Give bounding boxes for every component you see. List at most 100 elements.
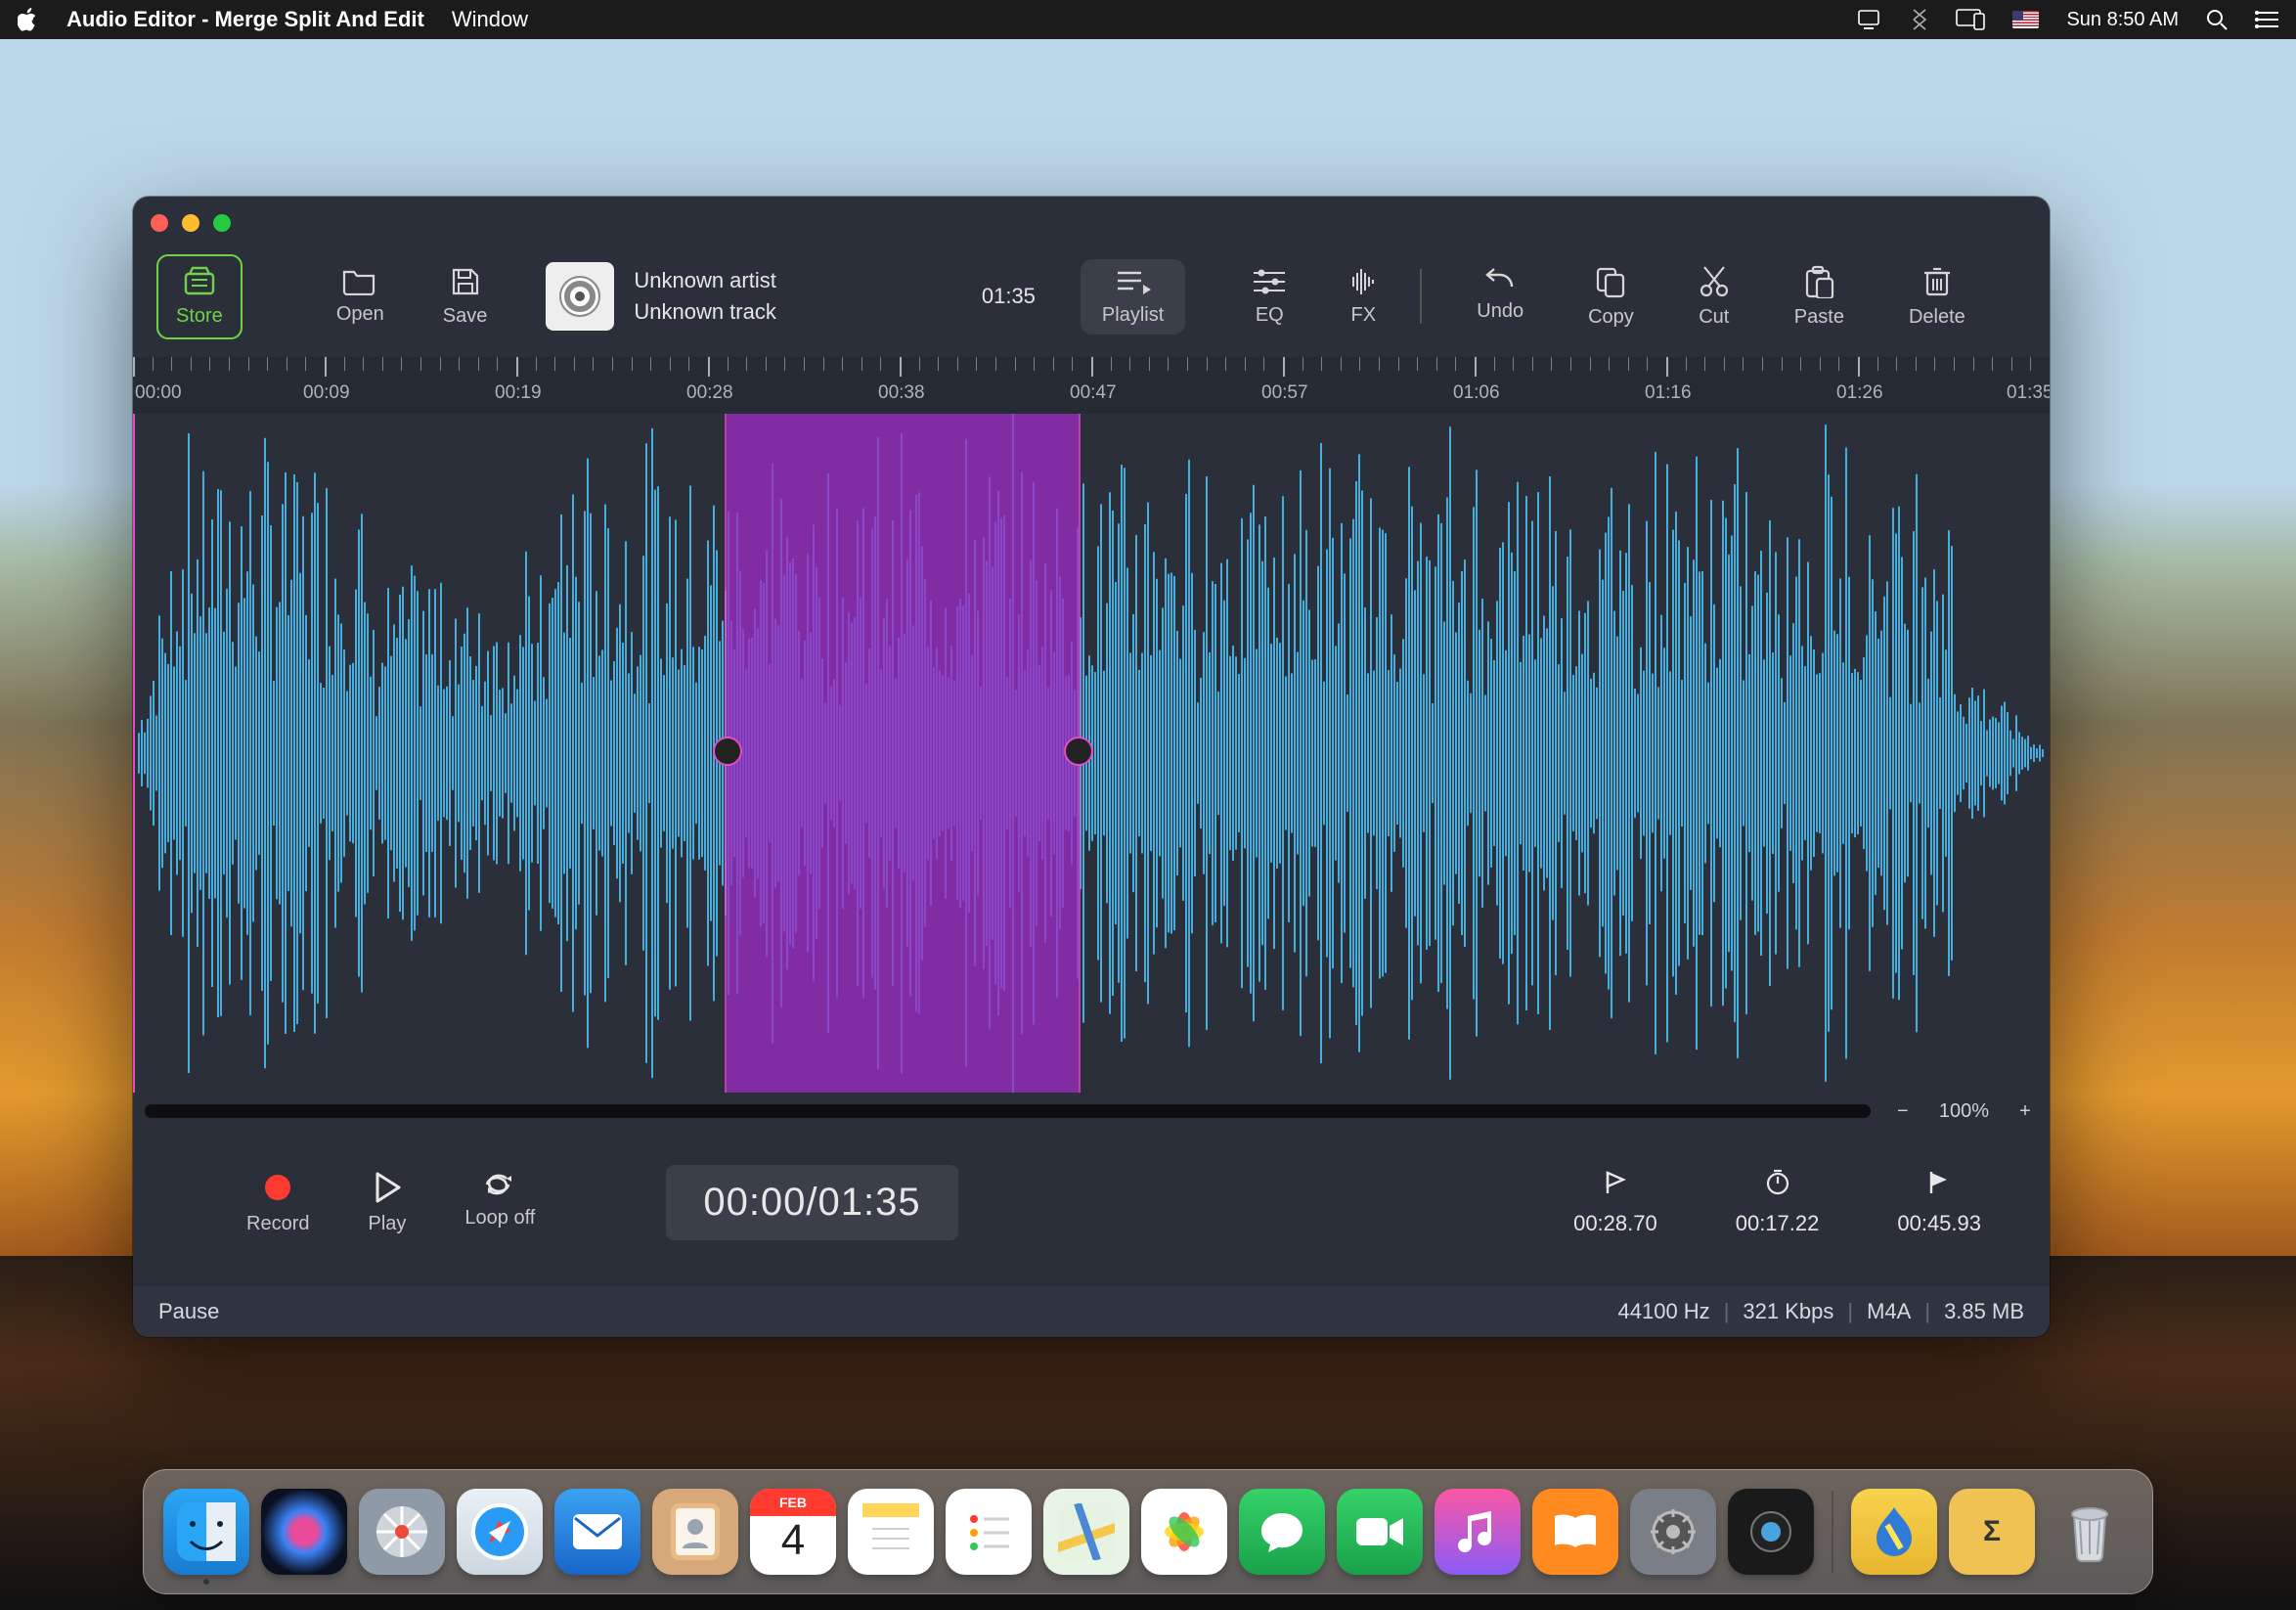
app-name-menu[interactable]: Audio Editor - Merge Split And Edit <box>66 7 424 32</box>
playlist-button[interactable]: Playlist <box>1102 267 1164 327</box>
timeline-label: 00:28 <box>686 382 733 404</box>
timeline-label: 00:09 <box>303 382 350 404</box>
waveform-area[interactable] <box>133 414 2050 1093</box>
play-button[interactable]: Play <box>368 1170 406 1235</box>
flag-end-icon <box>1925 1168 1953 1201</box>
timeline-label: 01:06 <box>1453 382 1500 404</box>
save-button[interactable]: Save <box>443 266 488 328</box>
dock-photos-icon[interactable] <box>1141 1489 1227 1575</box>
cut-label: Cut <box>1699 306 1729 329</box>
dock-divider <box>1832 1491 1833 1573</box>
window-close-button[interactable] <box>151 214 168 232</box>
paste-button[interactable]: Paste <box>1794 265 1844 329</box>
scrollbar-track[interactable] <box>145 1104 1871 1118</box>
dock-calendar-icon[interactable]: FEB4 <box>750 1489 836 1575</box>
loop-button[interactable]: Loop off <box>464 1170 535 1235</box>
audio-editor-window: Store Open Save Unknown artist Unknown t… <box>133 197 2050 1337</box>
dock-facetime-icon[interactable] <box>1337 1489 1423 1575</box>
delete-label: Delete <box>1909 306 1965 329</box>
dock-contacts-icon[interactable] <box>652 1489 738 1575</box>
dock-launchpad-icon[interactable] <box>359 1489 445 1575</box>
timeline-label: 00:38 <box>878 382 925 404</box>
airplay-menu-icon[interactable] <box>1956 9 1985 30</box>
playback-state-label: Pause <box>158 1299 219 1324</box>
dock-safari-icon[interactable] <box>457 1489 543 1575</box>
timeline-label: 01:35 <box>2007 382 2050 404</box>
dock-mail-icon[interactable] <box>554 1489 640 1575</box>
open-button[interactable]: Open <box>336 266 384 328</box>
dock-finder-icon[interactable] <box>163 1489 249 1575</box>
timeline-label: 00:19 <box>495 382 542 404</box>
dock-maps-icon[interactable] <box>1043 1489 1129 1575</box>
calendar-month-label: FEB <box>750 1489 836 1516</box>
dock-trash-icon[interactable] <box>2047 1489 2133 1575</box>
timeline-label: 00:00 <box>135 382 182 404</box>
input-source-flag-icon[interactable] <box>2012 11 2039 28</box>
fx-button[interactable]: FX <box>1346 267 1381 327</box>
play-label: Play <box>368 1213 406 1235</box>
stopwatch-icon <box>1764 1168 1791 1201</box>
record-label: Record <box>246 1213 309 1235</box>
record-button[interactable]: Record <box>246 1170 309 1235</box>
selection-end-handle[interactable] <box>1064 737 1093 766</box>
horizontal-scrollbar: − 100% + <box>145 1100 2038 1122</box>
window-controls <box>151 214 231 232</box>
apple-menu-icon[interactable] <box>18 8 39 31</box>
calendar-day-label: 4 <box>781 1516 805 1565</box>
time-display: 00:00/01:35 <box>666 1165 957 1240</box>
cut-button[interactable]: Cut <box>1699 265 1730 329</box>
timeline-label: 00:57 <box>1261 382 1308 404</box>
undo-label: Undo <box>1477 300 1523 323</box>
dock-itunes-icon[interactable] <box>1435 1489 1521 1575</box>
delete-button[interactable]: Delete <box>1909 265 1965 329</box>
toolbar-divider <box>1420 269 1422 324</box>
display-menu-icon[interactable] <box>1858 10 1883 29</box>
flag-start-icon <box>1602 1168 1629 1201</box>
fx-label: FX <box>1351 304 1377 327</box>
selection-start-handle[interactable] <box>713 737 742 766</box>
dock-generic-app-1-icon[interactable] <box>1728 1489 1814 1575</box>
undo-button[interactable]: Undo <box>1477 265 1523 329</box>
main-toolbar: Store Open Save Unknown artist Unknown t… <box>133 247 2050 345</box>
selection-region[interactable] <box>725 414 1081 1093</box>
dock-siri-icon[interactable] <box>261 1489 347 1575</box>
eq-button[interactable]: EQ <box>1252 267 1287 327</box>
track-title-label: Unknown track <box>634 299 776 325</box>
transport-bar: Record Play Loop off 00:00/01:35 00:28.7… <box>133 1143 2050 1261</box>
playhead-cursor[interactable] <box>133 414 135 1093</box>
store-label: Store <box>176 305 223 328</box>
timeline-ruler[interactable]: 00:0000:0900:1900:2800:3800:4700:5701:06… <box>133 357 2050 414</box>
spotlight-search-icon[interactable] <box>2206 9 2228 30</box>
save-label: Save <box>443 305 488 328</box>
store-button[interactable]: Store <box>156 254 243 339</box>
bitrate-label: 321 Kbps <box>1743 1299 1833 1324</box>
notification-center-icon[interactable] <box>2255 10 2278 29</box>
copy-button[interactable]: Copy <box>1588 265 1634 329</box>
dock-messages-icon[interactable] <box>1239 1489 1325 1575</box>
macos-menubar: Audio Editor - Merge Split And Edit Wind… <box>0 0 2296 39</box>
dock-ibooks-icon[interactable] <box>1532 1489 1618 1575</box>
zoom-in-button[interactable]: + <box>2012 1100 2038 1123</box>
macos-dock: FEB4 Σ <box>143 1469 2153 1594</box>
dock-notes-icon[interactable] <box>848 1489 934 1575</box>
zoom-percent-label: 100% <box>1939 1100 1989 1123</box>
album-art-icon <box>546 262 614 331</box>
window-menu[interactable]: Window <box>452 7 528 32</box>
playlist-label: Playlist <box>1102 304 1164 327</box>
dock-reminders-icon[interactable] <box>946 1489 1032 1575</box>
open-label: Open <box>336 303 384 326</box>
menubar-clock[interactable]: Sun 8:50 AM <box>2066 9 2179 31</box>
file-size-label: 3.85 MB <box>1944 1299 2024 1324</box>
selection-duration-value: 00:17.22 <box>1736 1211 1820 1236</box>
sample-rate-label: 44100 Hz <box>1618 1299 1710 1324</box>
dock-generic-app-2-icon[interactable] <box>1851 1489 1937 1575</box>
window-minimize-button[interactable] <box>182 214 199 232</box>
bluetooth-menu-icon[interactable] <box>1911 8 1928 31</box>
selection-start-value: 00:28.70 <box>1573 1211 1657 1236</box>
dock-system-preferences-icon[interactable] <box>1630 1489 1716 1575</box>
dock-generic-app-3-icon[interactable]: Σ <box>1949 1489 2035 1575</box>
svg-text:Σ: Σ <box>1983 1515 2001 1547</box>
zoom-out-button[interactable]: − <box>1890 1100 1916 1123</box>
selection-end-value: 00:45.93 <box>1897 1211 1981 1236</box>
window-zoom-button[interactable] <box>213 214 231 232</box>
